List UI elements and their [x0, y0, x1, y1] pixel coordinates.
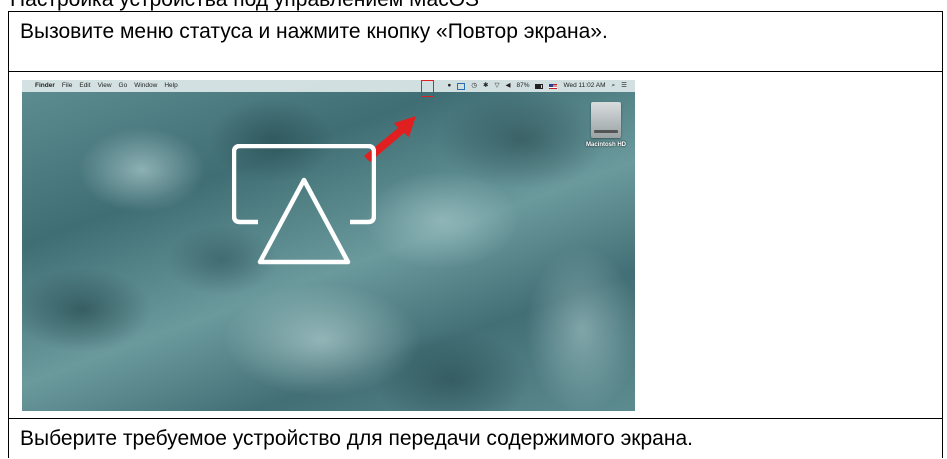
step-2-instruction: Выберите требуемое устройство для переда…	[20, 427, 693, 450]
menu-go: Go	[118, 82, 128, 89]
menu-bar-left: Finder File Edit View Go Window Help	[28, 80, 178, 92]
notification-center-icon: ☰	[621, 82, 627, 89]
screenshot-row: Finder File Edit View Go Window Help ● ◷…	[9, 72, 942, 419]
clock-text: Wed 11:02 AM	[563, 82, 606, 89]
macos-menu-bar: Finder File Edit View Go Window Help ● ◷…	[22, 80, 635, 92]
hard-drive-icon	[591, 102, 621, 138]
document-heading: Настройка устройства под управлением Mac…	[10, 0, 479, 11]
us-flag-input-icon	[549, 83, 558, 89]
menu-view: View	[97, 82, 112, 89]
airplay-highlight-box	[421, 80, 434, 97]
step-row-1: Вызовите меню статуса и нажмите кнопку «…	[9, 12, 942, 72]
menu-bar-status-area: ● ◷ ✱ ▽ ◀ 87% Wed 11:02 AM ⌕ ☰	[447, 80, 627, 92]
drop-icon: ●	[447, 82, 452, 89]
battery-icon	[535, 83, 544, 89]
battery-percent: 87%	[516, 82, 530, 89]
bluetooth-icon: ✱	[483, 82, 489, 89]
step-row-2: Выберите требуемое устройство для переда…	[9, 419, 942, 459]
app-name-finder: Finder	[35, 82, 55, 89]
instruction-table: Вызовите меню статуса и нажмите кнопку «…	[8, 11, 943, 458]
spotlight-search-icon: ⌕	[611, 82, 616, 89]
time-machine-icon: ◷	[471, 82, 478, 89]
menu-file: File	[61, 82, 73, 89]
step-1-instruction: Вызовите меню статуса и нажмите кнопку «…	[20, 20, 608, 43]
wifi-icon: ▽	[494, 82, 500, 89]
menu-window: Window	[134, 82, 158, 89]
macos-desktop-screenshot: Finder File Edit View Go Window Help ● ◷…	[22, 80, 635, 411]
volume-icon: ◀	[505, 82, 511, 89]
menu-help: Help	[164, 82, 178, 89]
menu-edit: Edit	[79, 82, 91, 89]
airplay-status-icon	[457, 82, 466, 90]
airplay-large-icon	[232, 144, 376, 265]
hard-drive-label: Macintosh HD	[585, 142, 626, 148]
